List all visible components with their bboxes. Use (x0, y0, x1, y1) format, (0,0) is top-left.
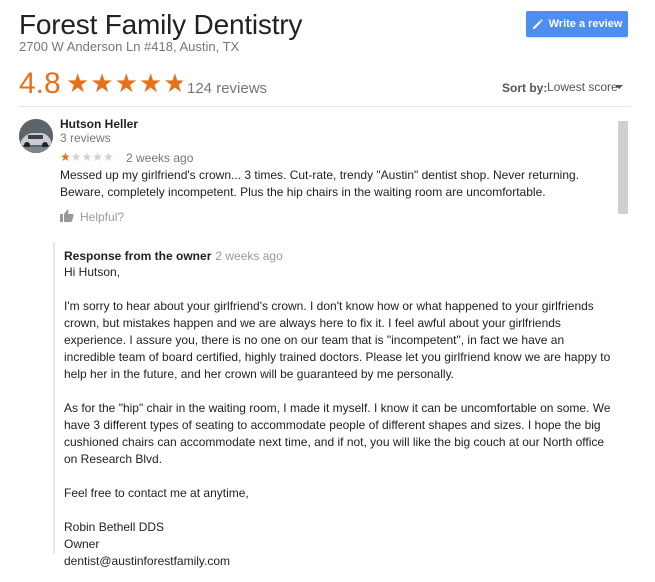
owner-response-title: Response from the owner (64, 249, 212, 263)
pencil-icon (532, 18, 544, 30)
signature-email: dentist@austinforestfamily.com (64, 554, 231, 568)
business-address: 2700 W Anderson Ln #418, Austin, TX (19, 39, 240, 54)
star-icon: ★ (66, 68, 90, 98)
reviewer-name[interactable]: Hutson Heller (60, 117, 138, 131)
owner-response-paragraph: As for the "hip" chair in the waiting ro… (64, 401, 611, 466)
helpful-button[interactable]: Helpful? (60, 209, 124, 225)
write-review-label: Write a review (548, 18, 623, 30)
review-stars: ★ ★ ★ ★ ★ (60, 150, 114, 164)
avatar[interactable] (19, 119, 53, 153)
star-icon: ★ (138, 68, 163, 98)
owner-response-greeting: Hi Hutson, (64, 265, 121, 279)
star-icon: ★ (60, 150, 71, 164)
owner-response-paragraph: I'm sorry to hear about your girlfriend'… (64, 299, 611, 381)
owner-response-time: 2 weeks ago (215, 249, 283, 263)
write-review-button[interactable]: Write a review (526, 11, 628, 37)
helpful-label: Helpful? (80, 210, 125, 224)
star-icon: ★ (103, 150, 114, 164)
owner-response-heading: Response from the owner 2 weeks ago (64, 249, 283, 263)
star-icon: ★ (163, 68, 187, 98)
divider (19, 106, 631, 107)
business-name: Forest Family Dentistry (19, 9, 303, 40)
rating-stars: ★ ★ ★ ★ ★ (66, 69, 187, 97)
sort-dropdown[interactable]: Lowest score (547, 80, 618, 94)
sort-label: Sort by: (502, 81, 548, 95)
thumbs-up-icon (60, 209, 74, 225)
scrollbar[interactable] (618, 121, 628, 214)
owner-response-paragraph: Feel free to contact me at anytime, (64, 486, 249, 500)
owner-response-body: Hi Hutson, I'm sorry to hear about your … (64, 264, 612, 570)
star-icon: ★ (92, 150, 104, 164)
signature-title: Owner (64, 537, 100, 551)
star-icon: ★ (114, 68, 138, 98)
review-time: 2 weeks ago (126, 151, 194, 165)
rating-value: 4.8 (19, 67, 61, 100)
star-icon: ★ (70, 150, 82, 164)
star-icon: ★ (81, 150, 93, 164)
signature-name: Robin Bethell DDS (64, 520, 165, 534)
reviews-count[interactable]: 124 reviews (187, 80, 267, 97)
review-text: Messed up my girlfriend's crown... 3 tim… (60, 168, 580, 199)
owner-response-bar (53, 242, 55, 554)
star-icon: ★ (90, 68, 114, 98)
reviewer-review-count: 3 reviews (60, 131, 111, 145)
chevron-down-icon[interactable] (615, 85, 623, 89)
